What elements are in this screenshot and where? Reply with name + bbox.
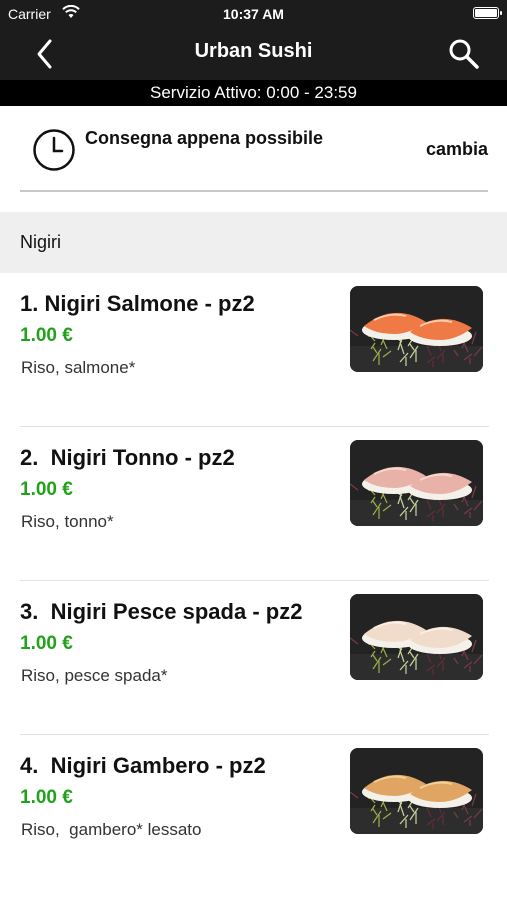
- item-description: Riso, pesce spada*: [21, 666, 168, 685]
- delivery-time-text: Consegna appena possibile: [85, 128, 324, 148]
- delivery-time-row: Consegna appena possibile cambia: [20, 106, 488, 192]
- item-photo: [350, 286, 483, 372]
- nav-bar: Urban Sushi: [0, 28, 507, 80]
- item-photo: [350, 594, 483, 680]
- item-name: 4. Nigiri Gambero - pz2: [20, 753, 266, 778]
- menu-item[interactable]: 1. Nigiri Salmone - pz2 1.00 € Riso, sal…: [0, 273, 507, 427]
- clock-icon: [32, 128, 76, 172]
- page-title: Urban Sushi: [194, 40, 313, 62]
- service-hours-banner: Servizio Attivo: 0:00 - 23:59: [0, 80, 507, 106]
- search-icon[interactable]: [447, 37, 481, 71]
- battery-icon: [473, 7, 502, 19]
- menu-list: 1. Nigiri Salmone - pz2 1.00 € Riso, sal…: [0, 273, 507, 889]
- status-bar: Carrier 10:37 AM: [0, 0, 507, 28]
- item-description: Riso, tonno*: [21, 512, 114, 531]
- change-delivery-button[interactable]: cambia: [426, 139, 488, 160]
- item-price: 1.00 €: [20, 325, 73, 346]
- section-header: Nigiri: [0, 212, 507, 273]
- item-price: 1.00 €: [20, 479, 73, 500]
- item-description: Riso, salmone*: [21, 358, 136, 377]
- item-name: 2. Nigiri Tonno - pz2: [20, 445, 235, 470]
- item-photo: [350, 440, 483, 526]
- item-name: 1. Nigiri Salmone - pz2: [20, 291, 255, 316]
- item-price: 1.00 €: [20, 787, 73, 808]
- clock-time: 10:37 AM: [223, 6, 284, 22]
- item-name: 3. Nigiri Pesce spada - pz2: [20, 599, 303, 624]
- item-price: 1.00 €: [20, 633, 73, 654]
- menu-item[interactable]: 2. Nigiri Tonno - pz2 1.00 € Riso, tonno…: [0, 427, 507, 581]
- item-description: Riso, gambero* lessato: [21, 820, 202, 839]
- menu-item[interactable]: 4. Nigiri Gambero - pz2 1.00 € Riso, gam…: [0, 735, 507, 889]
- menu-item[interactable]: 3. Nigiri Pesce spada - pz2 1.00 € Riso,…: [0, 581, 507, 735]
- item-photo: [350, 748, 483, 834]
